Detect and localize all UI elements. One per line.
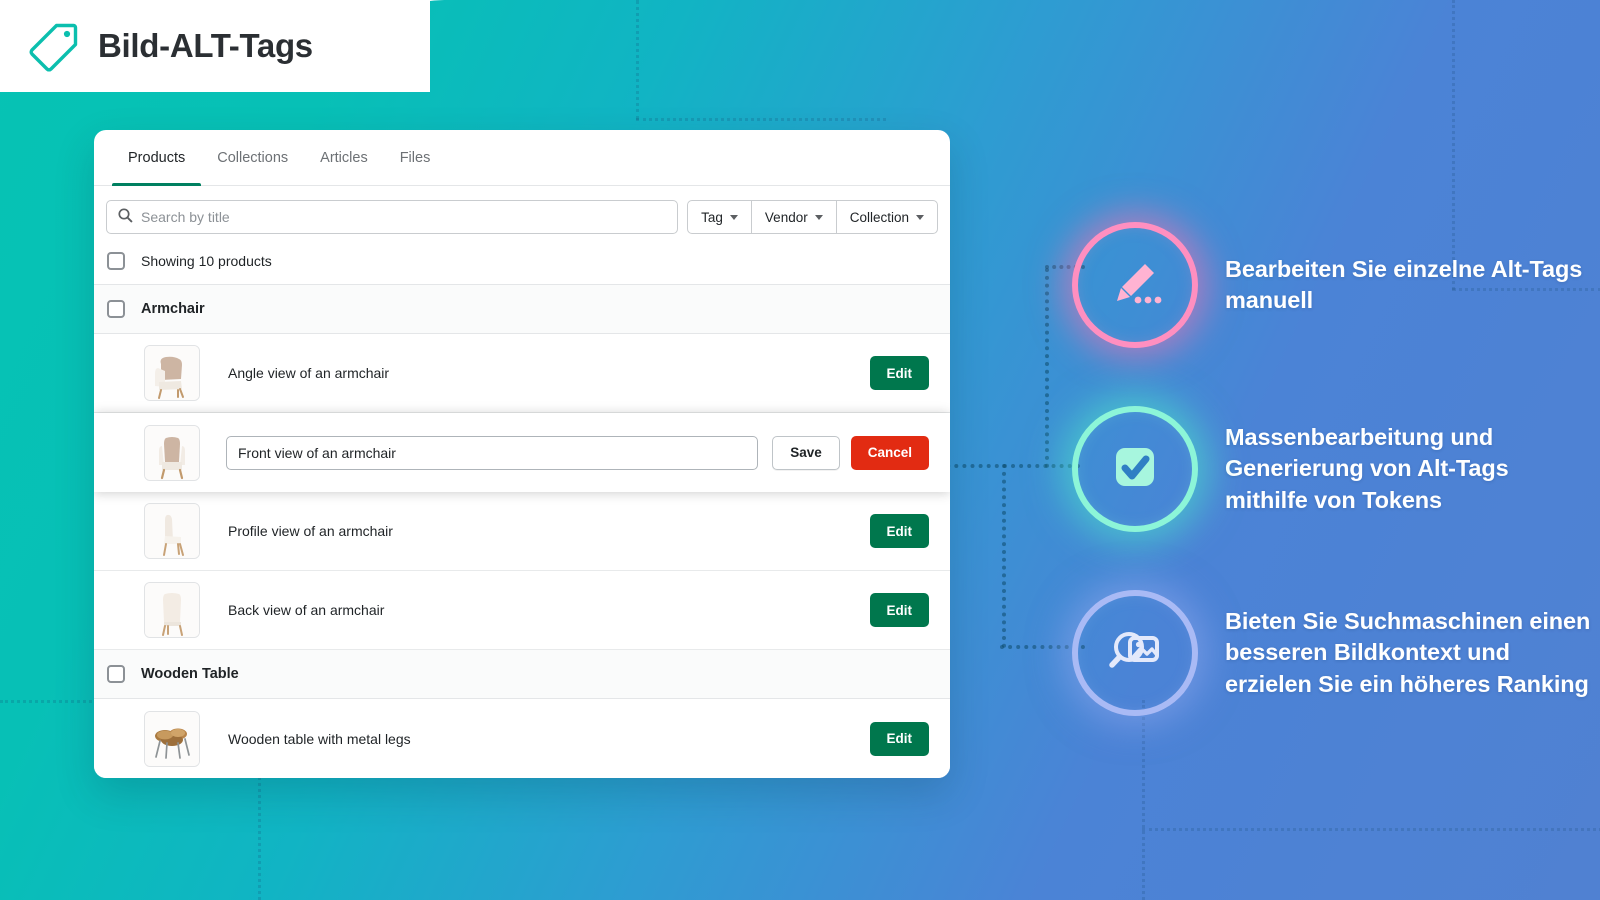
image-row-editing: Save Cancel xyxy=(94,413,950,492)
icon-ring xyxy=(1072,590,1198,716)
edit-button[interactable]: Edit xyxy=(869,514,929,548)
filter-collection-button[interactable]: Collection xyxy=(837,201,937,233)
page-background: Bild-ALT-Tags Products Collections Artic… xyxy=(0,0,1600,900)
feature-text: Bearbeiten Sie einzelne Alt-Tags manuell xyxy=(1225,255,1583,313)
alt-text-label: Profile view of an armchair xyxy=(228,523,393,539)
wooden-table-thumb xyxy=(144,710,200,767)
feature-item-manual-edit: Bearbeiten Sie einzelne Alt-Tags manuell xyxy=(1072,222,1592,348)
armchair-front-thumb xyxy=(144,424,200,481)
connector-line-middle xyxy=(930,464,1080,468)
select-all-checkbox[interactable] xyxy=(107,252,125,270)
search-input[interactable] xyxy=(141,209,668,225)
app-header: Bild-ALT-Tags xyxy=(0,0,430,92)
group-checkbox[interactable] xyxy=(107,665,125,683)
alt-text-input[interactable] xyxy=(226,435,759,470)
feature-item-seo-ranking: Bieten Sie Suchmaschinen einen besseren … xyxy=(1072,590,1592,716)
search-icon xyxy=(117,207,133,228)
image-row: Wooden table with metal legs Edit xyxy=(94,699,950,778)
tab-collections[interactable]: Collections xyxy=(201,130,304,185)
product-count-label: Showing 10 products xyxy=(141,253,272,269)
group-header-armchair: Armchair xyxy=(94,285,950,334)
armchair-back-thumb xyxy=(144,582,200,638)
group-title: Armchair xyxy=(141,301,205,317)
icon-ring xyxy=(1072,222,1198,348)
alt-text-label: Wooden table with metal legs xyxy=(228,730,411,747)
feature-icon-circle xyxy=(1072,222,1198,348)
image-row: Profile view of an armchair Edit xyxy=(94,492,950,571)
chevron-down-icon xyxy=(916,214,924,220)
feature-item-bulk-edit: Massenbearbeitung und Generierung von Al… xyxy=(1072,406,1592,532)
filter-button-group: Tag Vendor Collection xyxy=(687,200,938,234)
image-row: Back view of an armchair Edit xyxy=(94,571,950,650)
tab-products[interactable]: Products xyxy=(112,130,202,186)
alt-text-label: Back view of an armchair xyxy=(228,602,385,618)
feature-list: Bearbeiten Sie einzelne Alt-Tags manuell… xyxy=(1072,222,1592,716)
icon-ring xyxy=(1072,406,1198,532)
tab-label: Collections xyxy=(217,149,289,166)
products-panel: Products Collections Articles Files Sear… xyxy=(94,130,950,778)
tab-label: Products xyxy=(128,149,186,166)
page-title: Bild-ALT-Tags xyxy=(98,27,313,64)
edit-button[interactable]: Edit xyxy=(869,356,929,390)
decorative-dot-line xyxy=(636,118,886,121)
search-box[interactable] xyxy=(106,200,679,234)
feature-text: Massenbearbeitung und Generierung von Al… xyxy=(1225,424,1509,513)
filter-label: Tag xyxy=(701,209,723,225)
tab-label: Articles xyxy=(320,149,368,166)
filter-label: Vendor xyxy=(764,209,808,225)
group-checkbox[interactable] xyxy=(107,300,125,318)
filter-label: Collection xyxy=(849,209,909,225)
filter-bar: Tag Vendor Collection xyxy=(94,186,950,246)
edit-button[interactable]: Edit xyxy=(869,721,929,756)
filter-tag-button[interactable]: Tag xyxy=(688,201,752,233)
chevron-down-icon xyxy=(729,214,738,220)
tab-files[interactable]: Files xyxy=(384,130,447,185)
filter-vendor-button[interactable]: Vendor xyxy=(752,201,837,233)
chevron-down-icon xyxy=(814,214,823,220)
decorative-dot-line xyxy=(1142,828,1600,831)
tab-label: Files xyxy=(399,149,431,166)
armchair-profile-thumb xyxy=(144,503,200,559)
cancel-button[interactable]: Cancel xyxy=(850,435,929,470)
select-all-row: Showing 10 products xyxy=(94,246,950,285)
group-title: Wooden Table xyxy=(141,666,239,682)
feature-icon-circle xyxy=(1072,406,1198,532)
connector-line-top xyxy=(1045,268,1049,468)
connector-line-bottom xyxy=(1002,464,1006,648)
tab-articles[interactable]: Articles xyxy=(304,130,384,185)
tab-bar: Products Collections Articles Files xyxy=(94,130,950,186)
decorative-dot-line xyxy=(636,0,639,120)
feature-text: Bieten Sie Suchmaschinen einen besseren … xyxy=(1225,608,1591,697)
save-button[interactable]: Save xyxy=(772,435,840,470)
edit-button[interactable]: Edit xyxy=(869,593,929,627)
feature-icon-circle xyxy=(1072,590,1198,716)
decorative-dot-line xyxy=(1142,700,1145,900)
group-header-wooden-table: Wooden Table xyxy=(94,650,950,699)
image-row: Angle view of an armchair Edit xyxy=(94,334,950,413)
tag-icon xyxy=(26,18,82,74)
armchair-angle-thumb xyxy=(144,345,200,401)
alt-text-label: Angle view of an armchair xyxy=(228,365,390,381)
